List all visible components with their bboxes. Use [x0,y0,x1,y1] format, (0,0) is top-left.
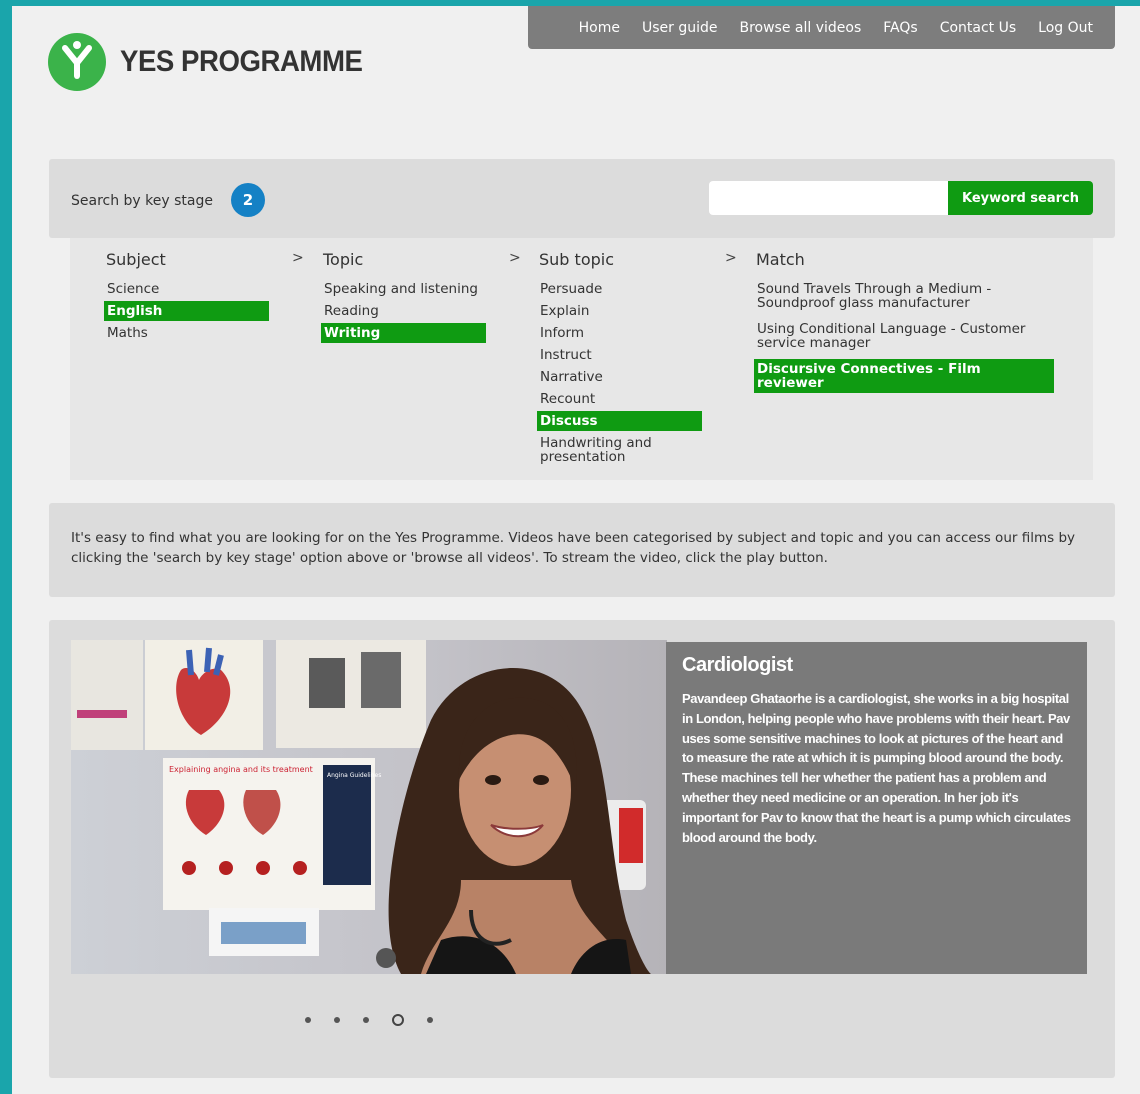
subtopic-option[interactable]: Narrative [537,367,702,387]
topic-option-selected[interactable]: Writing [321,323,486,343]
keyword-search-input[interactable] [709,181,949,215]
carousel-dot-2[interactable] [334,1017,340,1023]
match-column: Match Sound Travels Through a Medium - S… [754,250,1054,399]
topic-option[interactable]: Speaking and listening [321,279,486,299]
key-stage-label: Search by key stage [71,193,213,209]
yes-logo-icon [48,33,106,91]
topic-option[interactable]: Reading [321,301,486,321]
match-heading: Match [756,250,805,269]
subject-option[interactable]: Science [104,279,269,299]
separator-arrow: > [292,250,304,266]
logo-text: YES PROGRAMME [120,45,363,78]
nav-logout-link[interactable]: Log Out [1038,20,1093,36]
carousel-dot-1[interactable] [305,1017,311,1023]
subtopic-option-selected[interactable]: Discuss [537,411,702,431]
search-bar: Search by key stage 2 Keyword search [49,159,1115,238]
separator-arrow: > [509,250,521,266]
nav-user-guide-link[interactable]: User guide [642,20,718,36]
topic-heading: Topic [323,250,364,269]
video-caption: Cardiologist Pavandeep Ghataorhe is a ca… [666,642,1087,974]
poster-guidelines-text: Angina Guidelines [327,772,381,779]
nav-browse-videos-link[interactable]: Browse all videos [739,20,861,36]
subtopic-option[interactable]: Instruct [537,345,702,365]
subject-column: Subject Science English Maths [104,250,269,345]
carousel-dot-3[interactable] [363,1017,369,1023]
subject-option-selected[interactable]: English [104,301,269,321]
subtopic-column: Sub topic Persuade Explain Inform Instru… [537,250,702,469]
video-title: Cardiologist [682,654,793,676]
info-text: It's easy to find what you are looking f… [71,530,1076,566]
key-stage-badge[interactable]: 2 [231,183,265,217]
page: Home User guide Browse all videos FAQs C… [12,6,1140,1094]
carousel-pagination [305,1014,456,1026]
subtopic-option[interactable]: Inform [537,323,702,343]
subtopic-heading: Sub topic [539,250,614,269]
subtopic-option[interactable]: Persuade [537,279,702,299]
info-panel: It's easy to find what you are looking f… [49,503,1115,597]
video-description: Pavandeep Ghataorhe is a cardiologist, s… [682,691,1071,845]
featured-video-carousel: Explaining angina and its treatment Angi… [49,620,1115,1078]
subject-heading: Subject [106,250,166,269]
video-thumbnail[interactable]: Explaining angina and its treatment Angi… [71,640,667,974]
subtopic-option[interactable]: Handwriting and presentation [537,433,702,467]
carousel-dot-4-active[interactable] [392,1014,404,1026]
subtopic-option[interactable]: Recount [537,389,702,409]
nav-faqs-link[interactable]: FAQs [883,20,917,36]
separator-arrow: > [725,250,737,266]
poster-title-text: Explaining angina and its treatment [169,765,313,774]
nav-contact-link[interactable]: Contact Us [940,20,1016,36]
site-logo[interactable]: YES PROGRAMME [48,33,384,91]
carousel-dot-5[interactable] [427,1017,433,1023]
match-option[interactable]: Sound Travels Through a Medium - Soundpr… [754,279,1054,313]
top-navigation: Home User guide Browse all videos FAQs C… [528,6,1115,49]
cardiologist-photo: Explaining angina and its treatment Angi… [71,640,667,974]
nav-home-link[interactable]: Home [579,20,620,36]
subtopic-option[interactable]: Explain [537,301,702,321]
match-option-selected[interactable]: Discursive Connectives - Film reviewer [754,359,1054,393]
keyword-search-button[interactable]: Keyword search [948,181,1093,215]
filter-panel: Subject Science English Maths > Topic Sp… [70,238,1093,480]
subject-option[interactable]: Maths [104,323,269,343]
match-option[interactable]: Using Conditional Language - Customer se… [754,319,1054,353]
topic-column: Topic Speaking and listening Reading Wri… [321,250,486,345]
